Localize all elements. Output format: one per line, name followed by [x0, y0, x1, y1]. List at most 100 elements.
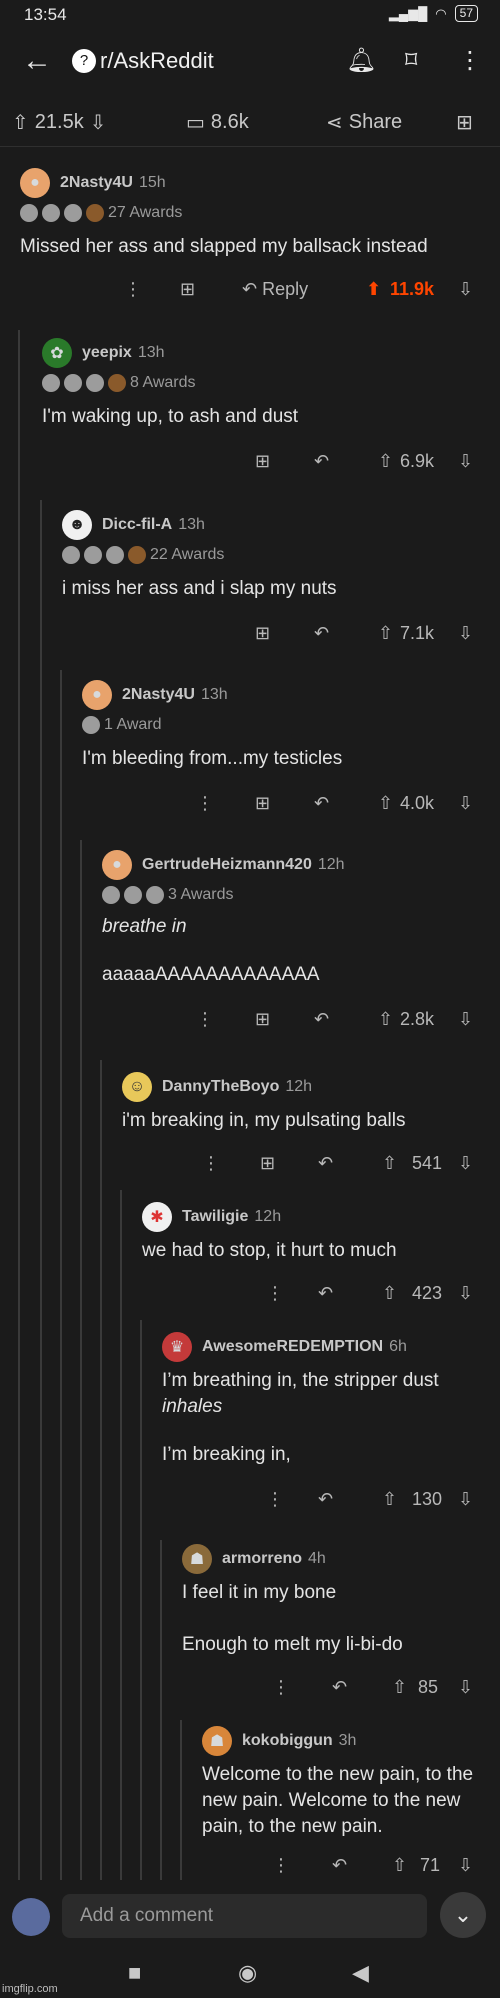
reply-icon[interactable]: ↶	[314, 793, 329, 814]
bookmark-icon[interactable]: ⌑	[405, 46, 417, 75]
upvote-arrow-icon[interactable]: ⇧	[378, 1009, 393, 1030]
reply-icon[interactable]: ↶	[318, 1489, 333, 1510]
upvote-arrow-icon[interactable]: ⇧	[382, 1489, 397, 1510]
award-button[interactable]: ⊞	[456, 110, 473, 135]
reply-icon[interactable]: ↶	[332, 1677, 347, 1698]
gift-icon[interactable]: ⊞	[260, 1153, 275, 1174]
upvote-arrow-icon[interactable]: ⇧	[392, 1677, 407, 1698]
avatar[interactable]: ✿	[42, 338, 72, 368]
share-button[interactable]: ⋖ Share	[326, 110, 402, 135]
gift-icon[interactable]: ⊞	[180, 279, 195, 300]
home-icon[interactable]: ◉	[238, 1960, 257, 1986]
awards-row[interactable]: 3 Awards	[102, 882, 482, 908]
avatar[interactable]: ☗	[202, 1726, 232, 1756]
more-options-icon[interactable]: ⋮	[124, 279, 142, 300]
thread-line[interactable]	[140, 1320, 142, 1880]
thread-line[interactable]	[160, 1540, 162, 1880]
upvote-arrow-icon[interactable]: ⇧	[392, 1855, 407, 1876]
recents-icon[interactable]: ■	[128, 1960, 141, 1986]
more-options-icon[interactable]: ⋮	[196, 793, 214, 814]
avatar[interactable]: ☗	[182, 1544, 212, 1574]
upvote-arrow-icon[interactable]: ⇧	[378, 793, 393, 814]
more-options-icon[interactable]: ⋮	[272, 1855, 290, 1876]
avatar[interactable]: ●	[20, 168, 50, 198]
comment-author[interactable]: kokobiggun	[242, 1732, 333, 1750]
avatar[interactable]: ☻	[62, 510, 92, 540]
avatar[interactable]: ●	[102, 850, 132, 880]
comment: ✿ yeepix 13h 8 Awards I'm waking up, to …	[42, 336, 482, 482]
reply-icon[interactable]: ↶	[314, 1009, 329, 1030]
more-options-icon[interactable]: ⋮	[202, 1153, 220, 1174]
awards-row[interactable]: 22 Awards	[62, 542, 482, 568]
gift-icon[interactable]: ⊞	[255, 451, 270, 472]
comment-author[interactable]: AwesomeREDEMPTION	[202, 1338, 383, 1356]
thread-line[interactable]	[100, 1060, 102, 1880]
thread-line[interactable]	[18, 330, 20, 1880]
back-arrow-icon[interactable]: ←	[22, 44, 52, 78]
upvote-arrow-icon[interactable]: ⇧	[382, 1283, 397, 1304]
reply-icon[interactable]: ↶	[314, 623, 329, 644]
downvote-arrow-icon[interactable]: ⇩	[458, 1009, 473, 1030]
chevron-down-icon[interactable]: ⌄	[440, 1892, 486, 1938]
user-avatar[interactable]	[12, 1898, 50, 1936]
thread-line[interactable]	[120, 1190, 122, 1880]
avatar[interactable]: ♛	[162, 1332, 192, 1362]
more-options-icon[interactable]: ⋮	[272, 1677, 290, 1698]
awards-row[interactable]: 1 Award	[82, 712, 482, 738]
award-icon	[128, 546, 146, 564]
back-icon[interactable]: ◀	[352, 1960, 369, 1986]
more-options-icon[interactable]: ⋮	[266, 1489, 284, 1510]
thread-line[interactable]	[40, 500, 42, 1880]
upvote-arrow-icon[interactable]: ⇧	[378, 623, 393, 644]
downvote-arrow-icon[interactable]: ⇩	[458, 793, 473, 814]
downvote-arrow-icon[interactable]: ⇩	[458, 1489, 473, 1510]
upvote-arrow-icon[interactable]: ⇧	[378, 451, 393, 472]
gift-icon[interactable]: ⊞	[255, 1009, 270, 1030]
thread-line[interactable]	[180, 1720, 182, 1880]
reply-icon[interactable]: ↶	[318, 1283, 333, 1304]
downvote-arrow-icon[interactable]: ⇩	[90, 110, 107, 135]
comment-author[interactable]: yeepix	[82, 344, 132, 362]
subreddit-name[interactable]: r/AskReddit	[100, 48, 214, 74]
more-options-icon[interactable]: ⋮	[266, 1283, 284, 1304]
reply-icon[interactable]: ↶	[318, 1153, 333, 1174]
thread-line[interactable]	[60, 670, 62, 1880]
add-comment-input[interactable]: Add a comment	[62, 1894, 427, 1938]
avatar[interactable]: ☺	[122, 1072, 152, 1102]
upvote-arrow-icon[interactable]: ⬆	[366, 279, 381, 300]
reply-button[interactable]: ↶ Reply	[242, 279, 308, 300]
downvote-arrow-icon[interactable]: ⇩	[458, 279, 473, 300]
comment-author[interactable]: DannyTheBoyo	[162, 1078, 279, 1096]
downvote-arrow-icon[interactable]: ⇩	[458, 451, 473, 472]
comment-author[interactable]: armorreno	[222, 1550, 302, 1568]
downvote-arrow-icon[interactable]: ⇩	[458, 623, 473, 644]
award-icon	[84, 546, 102, 564]
awards-row[interactable]: 8 Awards	[42, 370, 482, 396]
post-comments-button[interactable]: ▭ 8.6k	[186, 110, 249, 135]
gift-icon[interactable]: ⊞	[255, 623, 270, 644]
thread-line[interactable]	[80, 840, 82, 1880]
comment-author[interactable]: Dicc-fil-A	[102, 516, 172, 534]
downvote-arrow-icon[interactable]: ⇩	[458, 1153, 473, 1174]
gift-icon[interactable]: ⊞	[255, 793, 270, 814]
bell-icon[interactable]: 🔔︎	[346, 46, 376, 75]
more-vertical-icon[interactable]: ⋮	[458, 46, 482, 75]
reply-label: Reply	[262, 279, 309, 299]
downvote-arrow-icon[interactable]: ⇩	[458, 1677, 473, 1698]
awards-row[interactable]: 27 Awards	[20, 200, 480, 226]
award-icon	[62, 546, 80, 564]
upvote-arrow-icon[interactable]: ⇧	[382, 1153, 397, 1174]
downvote-arrow-icon[interactable]: ⇩	[458, 1283, 473, 1304]
reply-icon[interactable]: ↶	[314, 451, 329, 472]
avatar[interactable]: ✱	[142, 1202, 172, 1232]
comment-author[interactable]: 2Nasty4U	[60, 174, 133, 192]
upvote-arrow-icon[interactable]: ⇧	[12, 110, 29, 135]
comment-author[interactable]: Tawiligie	[182, 1208, 248, 1226]
comment-author[interactable]: 2Nasty4U	[122, 686, 195, 704]
comment-author[interactable]: GertrudeHeizmann420	[142, 856, 312, 874]
more-options-icon[interactable]: ⋮	[196, 1009, 214, 1030]
reply-icon[interactable]: ↶	[332, 1855, 347, 1876]
avatar[interactable]: ●	[82, 680, 112, 710]
downvote-arrow-icon[interactable]: ⇩	[458, 1855, 473, 1876]
vote-count: 2.8k	[400, 1009, 435, 1029]
